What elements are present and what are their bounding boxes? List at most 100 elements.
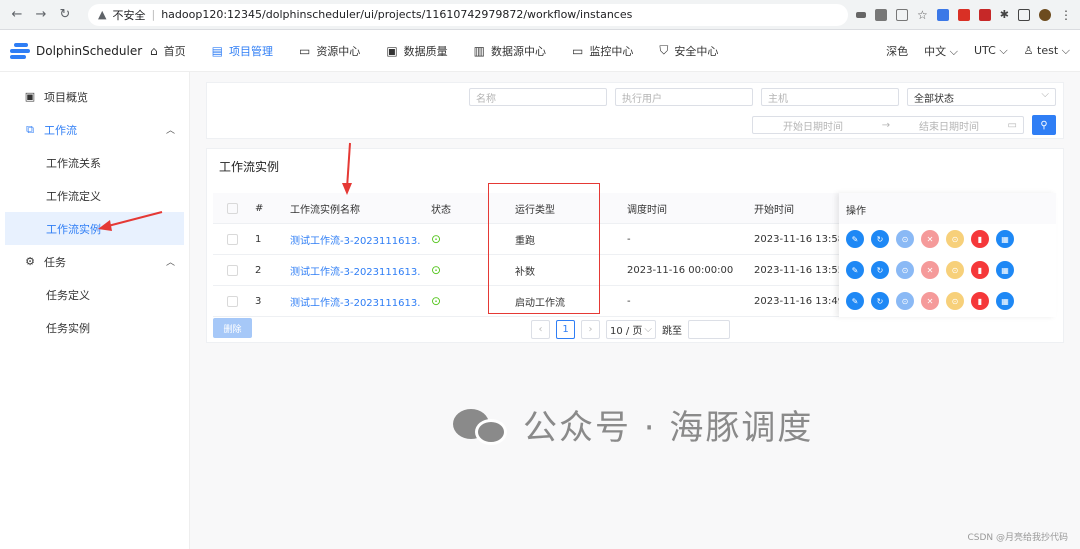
executor-input[interactable]: 执行用户 (615, 88, 753, 106)
start-time: 2023-11-16 13:49: (754, 295, 839, 307)
extension-icon[interactable] (957, 8, 970, 21)
stop-button[interactable]: ✕ (921, 230, 939, 248)
edit-button[interactable]: ✎ (846, 292, 864, 310)
extension-icon[interactable] (978, 8, 991, 21)
rerun-button[interactable]: ↻ (871, 292, 889, 310)
edit-button[interactable]: ✎ (846, 261, 864, 279)
delete-button[interactable]: 删除 (213, 318, 252, 338)
language-select[interactable]: 中文 ⌵ (924, 43, 958, 59)
col-index: # (255, 202, 264, 214)
share-icon[interactable] (896, 8, 909, 21)
sidebar-item-task[interactable]: ⚙ 任务 ︿ (0, 245, 189, 278)
nav-home[interactable]: ⌂ 首页 (150, 43, 186, 59)
instance-name-link[interactable]: 测试工作流-3-2023111613... (290, 294, 420, 309)
folder-icon: ▭ (298, 43, 311, 58)
sidebar-item-task-definition[interactable]: 任务定义 (0, 278, 189, 311)
stop-button[interactable]: ✕ (921, 292, 939, 310)
reload-icon[interactable]: ↻ (56, 6, 74, 24)
csdn-credit: CSDN @月亮给我抄代码 (967, 533, 1068, 543)
pause-button[interactable]: ⊙ (946, 292, 964, 310)
recover-button[interactable]: ⊙ (896, 292, 914, 310)
sidebar-item-workflow-definition[interactable]: 工作流定义 (0, 179, 189, 212)
name-input[interactable]: 名称 (469, 88, 607, 106)
extension-icon[interactable] (936, 8, 949, 21)
pause-button[interactable]: ⊙ (946, 261, 964, 279)
watermark-text: 公众号 · 海豚调度 (523, 408, 814, 448)
success-icon: ⊙ (431, 263, 442, 277)
prev-page-button[interactable]: ‹ (531, 320, 550, 339)
sidebar-item-workflow[interactable]: ⧉ 工作流 ︿ (0, 113, 189, 146)
table-header: # 工作流实例名称 状态 运行类型 调度时间 开始时间 操作 (213, 193, 1056, 224)
translate-icon[interactable] (875, 8, 888, 21)
sidebar: ▣ 项目概览 ⧉ 工作流 ︿ 工作流关系 工作流定义 工作流实例 ⚙ 任务 ︿ … (0, 72, 201, 549)
nav-project[interactable]: ▤ 项目管理 (212, 43, 273, 59)
rerun-button[interactable]: ↻ (871, 230, 889, 248)
sidebar-label: 任务定义 (46, 288, 90, 302)
nav-data-quality[interactable]: ▣ 数据质量 (386, 43, 447, 59)
gantt-button[interactable]: ▦ (996, 230, 1014, 248)
edit-button[interactable]: ✎ (846, 230, 864, 248)
star-icon[interactable]: ☆ (917, 8, 928, 22)
delete-row-button[interactable]: ▮ (971, 261, 989, 279)
end-date: 结束日期时间 (919, 121, 979, 133)
schedule-time: - (627, 295, 631, 307)
stop-button[interactable]: ✕ (921, 261, 939, 279)
pause-button[interactable]: ⊙ (946, 230, 964, 248)
host-input[interactable]: 主机 (761, 88, 899, 106)
user-menu[interactable]: ♙ test ⌵ (1024, 44, 1070, 58)
back-icon[interactable]: ← (8, 6, 26, 24)
select-all-checkbox[interactable] (227, 202, 238, 214)
rerun-button[interactable]: ↻ (871, 261, 889, 279)
puzzle-icon[interactable]: ✱ (1000, 8, 1009, 21)
theme-toggle[interactable]: 深色 (886, 43, 908, 59)
nav-monitor[interactable]: ▭ 监控中心 (572, 43, 633, 59)
page-size-select[interactable]: 10 / 页 ⌵ (606, 320, 656, 339)
sidebar-item-task-instance[interactable]: 任务实例 (0, 311, 189, 344)
search-button[interactable]: ⚲ (1032, 115, 1056, 135)
gantt-button[interactable]: ▦ (996, 292, 1014, 310)
schedule-time: 2023-11-16 00:00:00 (627, 264, 734, 276)
sidebar-item-workflow-instance[interactable]: 工作流实例 (5, 212, 184, 245)
sidebar-label: 项目概览 (44, 90, 88, 104)
address-bar[interactable]: ▲ 不安全 | hadoop120:12345/dolphinscheduler… (88, 3, 849, 26)
nav-datasource[interactable]: ▥ 数据源中心 (474, 43, 546, 59)
logo[interactable]: DolphinScheduler (10, 42, 150, 60)
gantt-button[interactable]: ▦ (996, 261, 1014, 279)
state-select[interactable]: 全部状态 (907, 88, 1056, 106)
row-checkbox[interactable] (227, 264, 238, 276)
row-checkbox[interactable] (227, 295, 238, 307)
watermark: 公众号 · 海豚调度 (453, 400, 813, 449)
nav-resource[interactable]: ▭ 资源中心 (299, 43, 360, 59)
date-range-picker[interactable]: 开始日期时间 → 结束日期时间 ▭ (752, 116, 1024, 134)
calendar-icon: ▭ (1007, 119, 1017, 131)
nav-label: 安全中心 (674, 44, 719, 58)
row-checkbox[interactable] (227, 233, 238, 245)
col-operations: 操作 (846, 204, 866, 216)
project-icon: ▤ (211, 43, 223, 58)
sidebar-item-overview[interactable]: ▣ 项目概览 (0, 80, 189, 113)
key-icon[interactable] (856, 11, 867, 18)
jump-input[interactable] (688, 320, 730, 339)
row-operations: ✎ ↻ ⊙ ✕ ⊙ ▮ ▦ (846, 230, 1014, 248)
recover-button[interactable]: ⊙ (896, 230, 914, 248)
delete-row-button[interactable]: ▮ (971, 230, 989, 248)
row-operations: ✎ ↻ ⊙ ✕ ⊙ ▮ ▦ (846, 261, 1014, 279)
menu-icon[interactable]: ⋮ (1060, 8, 1072, 22)
language-label: 中文 (924, 44, 947, 58)
forward-icon[interactable]: → (32, 6, 50, 24)
profile-icon[interactable] (1039, 8, 1051, 21)
delete-row-button[interactable]: ▮ (971, 292, 989, 310)
row-index: 3 (255, 295, 262, 307)
timezone-select[interactable]: UTC ⌵ (974, 44, 1008, 58)
nav-security[interactable]: ⛉ 安全中心 (659, 43, 718, 59)
chevron-down-icon: ⌵ (1061, 43, 1070, 57)
instance-name-link[interactable]: 测试工作流-3-2023111613... (290, 232, 420, 247)
sidebar-toggle-icon[interactable] (1018, 8, 1030, 21)
chevron-down-icon: ⌵ (644, 324, 653, 335)
recover-button[interactable]: ⊙ (896, 261, 914, 279)
instance-name-link[interactable]: 测试工作流-3-2023111613... (290, 263, 420, 278)
page-number[interactable]: 1 (556, 320, 575, 339)
sidebar-item-workflow-relation[interactable]: 工作流关系 (0, 146, 189, 179)
next-page-button[interactable]: › (581, 320, 600, 339)
sidebar-label: 工作流关系 (46, 156, 101, 170)
